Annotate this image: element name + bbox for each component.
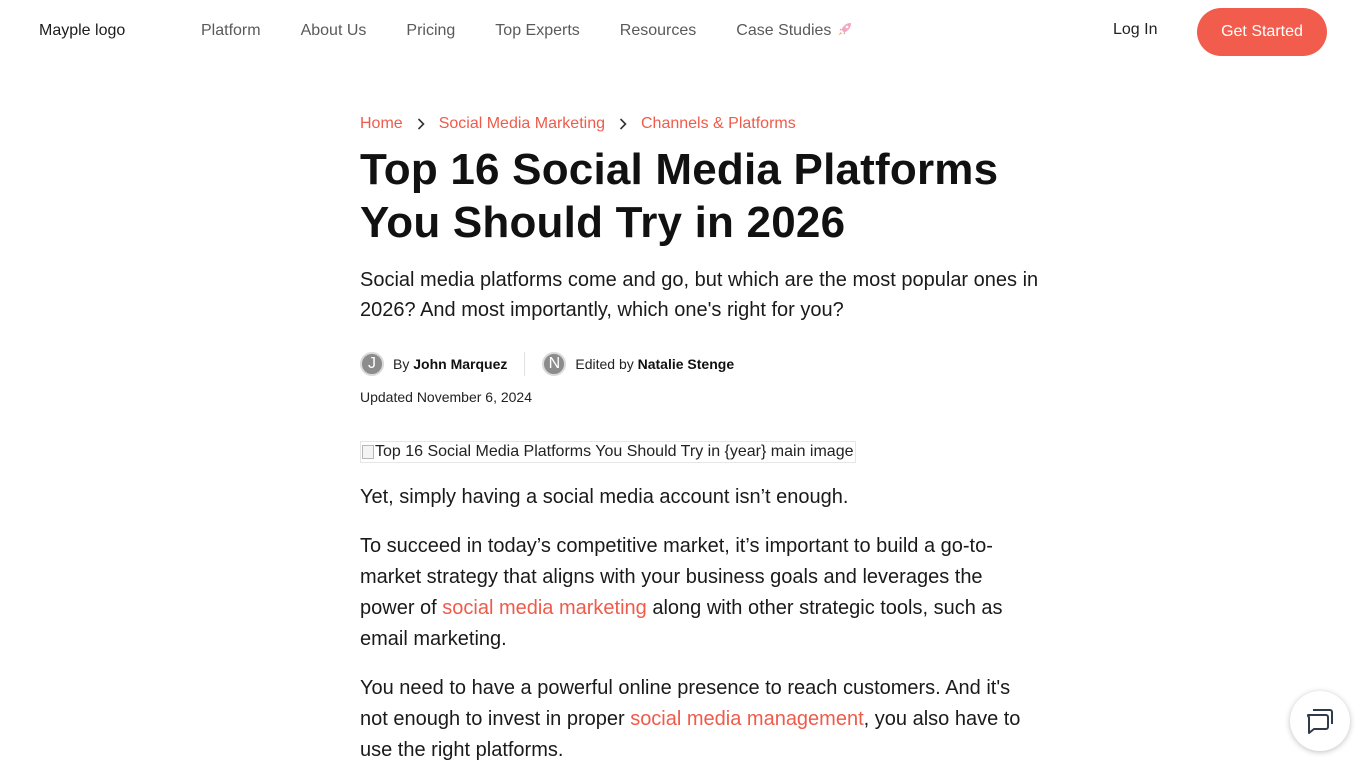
chevron-right-icon [605,118,641,130]
logo-link[interactable]: Mayple logo [38,22,125,40]
get-started-button[interactable]: Get Started [1197,8,1327,56]
nav-top-experts[interactable]: Top Experts [495,22,579,40]
chevron-right-icon [403,118,439,130]
author-avatar: J [360,352,384,376]
breadcrumb-social-media-marketing[interactable]: Social Media Marketing [439,115,605,133]
breadcrumb-home[interactable]: Home [360,115,403,133]
updated-date: Updated November 6, 2024 [360,389,532,405]
bylines: J By John Marquez N Edited by Natalie St… [360,352,734,376]
editor-name[interactable]: Natalie Stenge [638,356,734,372]
chat-widget-button[interactable] [1290,691,1350,751]
editor-prefix: Edited by [575,356,634,372]
editor-byline: Edited by Natalie Stenge [575,356,734,372]
paragraph-2: To succeed in today’s competitive market… [360,531,1020,655]
paragraph-3: You need to have a powerful online prese… [360,673,1030,766]
author-byline: By John Marquez [393,356,507,372]
byline-divider [524,352,526,376]
site-header: Mayple logo Platform About Us Pricing To… [0,0,1366,64]
social-media-marketing-link[interactable]: social media marketing [442,597,647,619]
nav-case-studies[interactable]: Case Studies [736,21,853,40]
page-title: Top 16 Social Media Platforms You Should… [360,145,999,247]
broken-image-icon [362,445,374,459]
nav-about-us[interactable]: About Us [301,22,367,40]
editor-avatar: N [542,352,567,376]
logo-alt-text: Mayple logo [39,22,126,39]
social-media-management-link[interactable]: social media management [630,708,863,730]
paragraph-1: Yet, simply having a social media accoun… [360,486,849,508]
main-image-alt-text: Top 16 Social Media Platforms You Should… [375,443,854,460]
chat-icon [1306,709,1333,734]
nav-pricing[interactable]: Pricing [406,22,455,40]
breadcrumb: Home Social Media Marketing Channels & P… [360,115,796,133]
rocket-icon [838,23,852,36]
article-lede: Social media platforms come and go, but … [360,269,1039,321]
article-main-image: Top 16 Social Media Platforms You Should… [360,441,856,463]
nav-resources[interactable]: Resources [620,22,696,40]
breadcrumb-channels-platforms[interactable]: Channels & Platforms [641,115,796,133]
author-name[interactable]: John Marquez [413,356,507,372]
nav-platform[interactable]: Platform [201,22,261,40]
nav-case-studies-label: Case Studies [736,22,832,39]
login-link[interactable]: Log In [1113,21,1157,39]
main-nav: Platform About Us Pricing Top Experts Re… [201,21,853,40]
author-prefix: By [393,356,410,372]
